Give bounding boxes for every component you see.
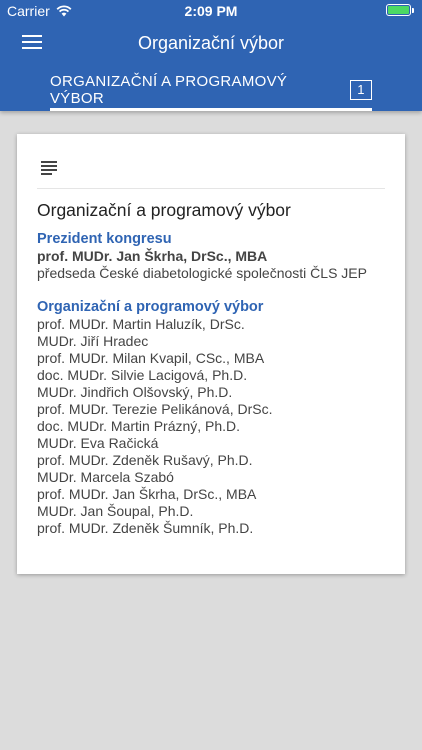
status-right — [386, 4, 414, 16]
battery-icon — [386, 4, 411, 16]
committee-member: MUDr. Jiří Hradec — [37, 333, 149, 349]
tab-label: ORGANIZAČNÍ A PROGRAMOVÝ VÝBOR — [50, 72, 288, 107]
page-title: Organizační výbor — [137, 33, 285, 53]
tab-organizacni-a-programovy-vybor[interactable]: ORGANIZAČNÍ A PROGRAMOVÝ VÝBOR 1 — [50, 68, 372, 111]
card-divider — [37, 188, 385, 189]
committee-member: prof. MUDr. Zdeněk Šumník, Ph.D. — [37, 520, 254, 536]
committee-member: prof. MUDr. Milan Kvapil, CSc., MBA — [37, 350, 265, 366]
committee-member: prof. MUDr. Zdeněk Rušavý, Ph.D. — [37, 452, 253, 468]
committee-member: MUDr. Eva Račická — [37, 435, 159, 451]
committee-member: doc. MUDr. Silvie Lacigová, Ph.D. — [37, 367, 248, 383]
app-bar: Carrier 2:09 PM Organizační výbor ORGANI… — [0, 0, 422, 111]
committee-member: doc. MUDr. Martin Prázný, Ph.D. — [37, 418, 241, 434]
status-bar: Carrier 2:09 PM — [0, 0, 422, 22]
president-role: předseda České diabetologické společnost… — [37, 265, 367, 281]
toolbar: Organizační výbor — [0, 22, 422, 66]
battery-tip — [412, 7, 414, 13]
committee-member: MUDr. Jindřich Olšovský, Ph.D. — [37, 384, 233, 400]
tab-count-badge: 1 — [350, 79, 372, 100]
content-card: Organizační a programový výbor Prezident… — [17, 134, 405, 574]
battery-level — [388, 6, 409, 14]
president-name: prof. MUDr. Jan Škrha, DrSc., MBA — [37, 248, 268, 264]
committee-member: prof. MUDr. Martin Haluzík, DrSc. — [37, 316, 245, 332]
card-title: Organizační a programový výbor — [37, 200, 291, 220]
tab-selected-indicator — [50, 108, 372, 111]
committee-section: Organizační a programový výbor prof. MUD… — [37, 299, 397, 537]
committee-heading: Organizační a programový výbor — [37, 299, 264, 315]
committee-member: prof. MUDr. Terezie Pelikánová, DrSc. — [37, 401, 273, 417]
card-content: Organizační a programový výbor Prezident… — [37, 200, 397, 537]
status-time: 2:09 PM — [184, 3, 238, 19]
document-lines-icon — [41, 161, 57, 175]
committee-member: MUDr. Jan Šoupal, Ph.D. — [37, 503, 194, 519]
committee-member: prof. MUDr. Jan Škrha, DrSc., MBA — [37, 486, 257, 502]
president-heading: Prezident kongresu — [37, 231, 172, 247]
committee-member: MUDr. Marcela Szabó — [37, 469, 174, 485]
